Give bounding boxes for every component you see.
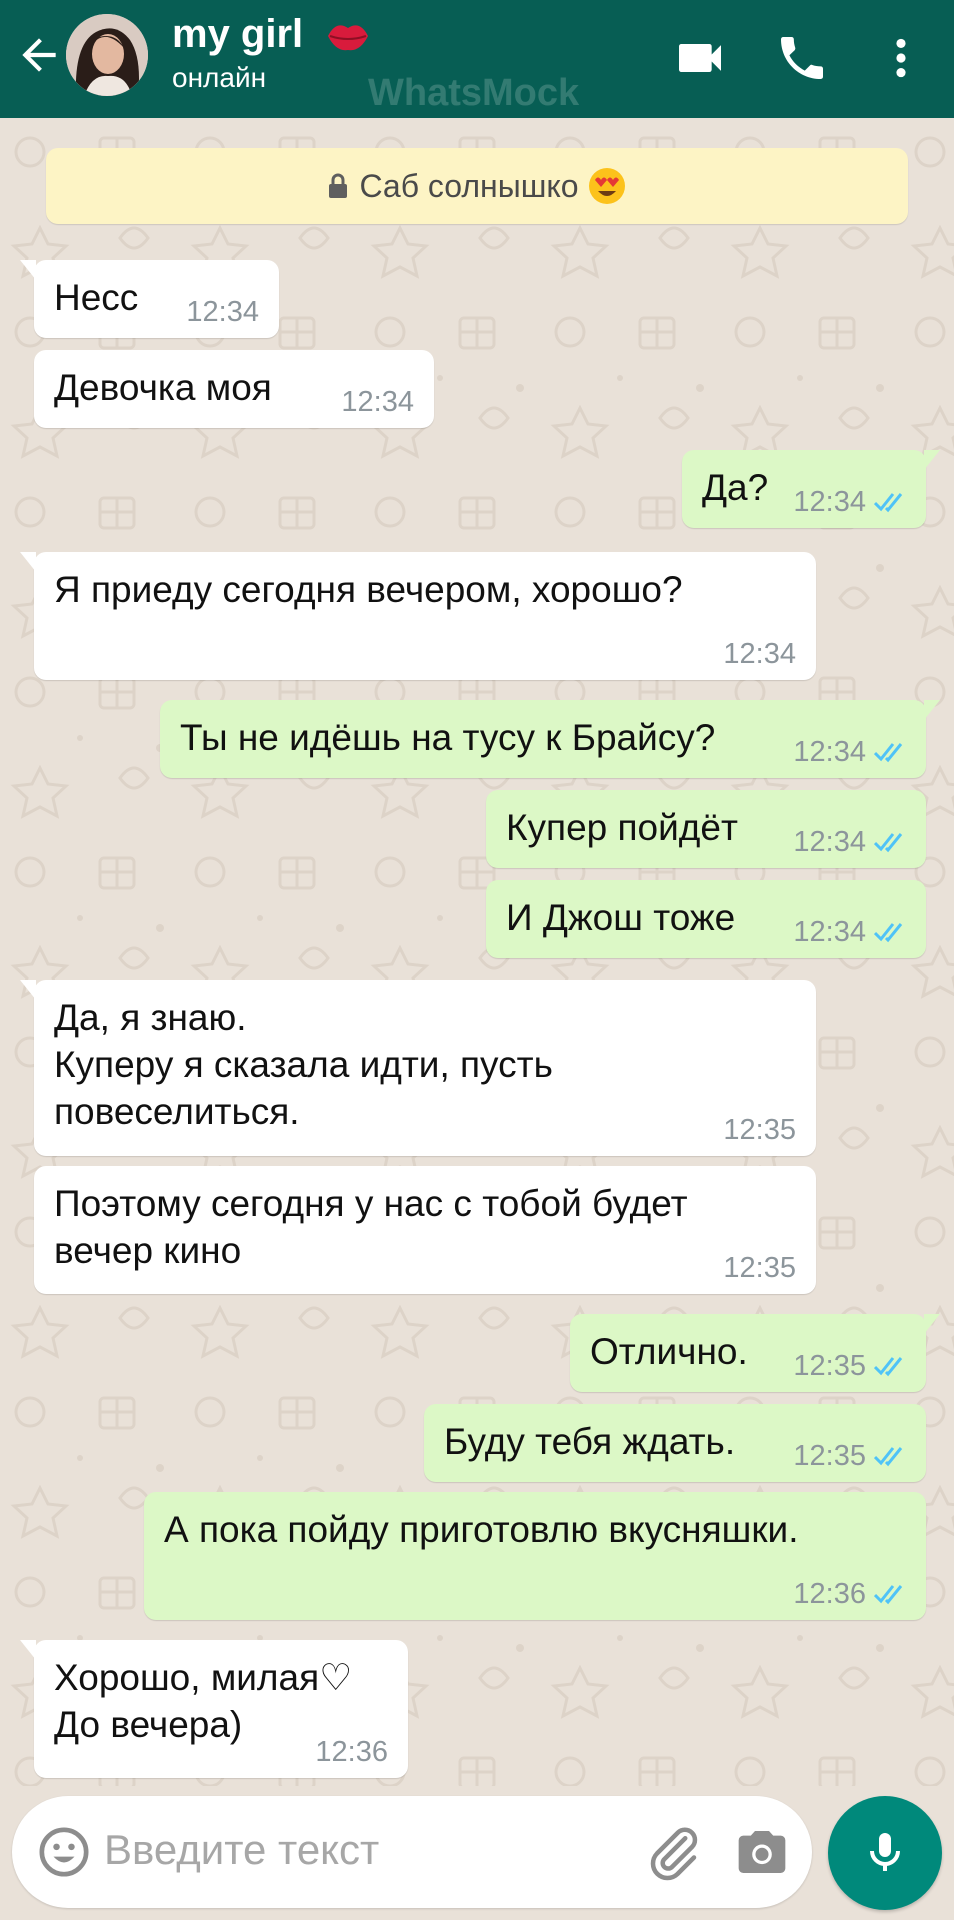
message-time-status: 12:34 (793, 486, 908, 518)
message-time: 12:34 (341, 386, 414, 418)
message-outgoing[interactable]: И Джош тоже 12:34 (486, 880, 926, 958)
message-incoming[interactable]: Хорошо, милая♡ До вечера) 12:36 (20, 1640, 408, 1778)
read-ticks-icon (874, 923, 903, 943)
message-incoming[interactable]: Поэтому сегодня у нас с тобой будет вече… (34, 1166, 816, 1294)
message-text: Да, я знаю. Куперу я сказала идти, пусть… (54, 997, 553, 1132)
message-time: 12:34 (723, 638, 796, 670)
read-ticks-icon (874, 1357, 903, 1377)
back-arrow-icon[interactable] (14, 30, 64, 80)
chat-area[interactable]: Саб солнышко Несс 12:34 Девочка моя 12:3… (0, 118, 954, 1786)
message-outgoing[interactable]: Буду тебя ждать. 12:35 (424, 1404, 926, 1482)
message-outgoing[interactable]: Ты не идёшь на тусу к Брайсу? 12:34 (160, 700, 940, 778)
read-ticks-icon (874, 1585, 903, 1605)
message-outgoing[interactable]: Да? 12:34 (682, 450, 940, 528)
message-time-status: 12:34 (793, 826, 908, 858)
heart-eyes-emoji-icon (588, 168, 625, 204)
message-incoming[interactable]: Несс 12:34 (20, 260, 279, 338)
avatar[interactable] (66, 14, 148, 96)
message-time: 12:35 (723, 1252, 796, 1284)
read-ticks-icon (874, 1447, 903, 1467)
more-vert-icon[interactable] (876, 30, 926, 86)
message-composer[interactable]: Введите текст (12, 1796, 812, 1908)
read-ticks-icon (874, 833, 903, 853)
lips-emoji-icon (328, 25, 368, 51)
chat-header: my girl онлайн WhatsMock (0, 0, 954, 118)
message-outgoing[interactable]: Купер пойдёт 12:34 (486, 790, 926, 868)
watermark: WhatsMock (368, 72, 580, 114)
message-time: 12:36 (315, 1736, 388, 1768)
message-text: Я приеду сегодня вечером, хорошо? (54, 569, 683, 610)
microphone-button[interactable] (828, 1796, 942, 1910)
message-text: А пока пойду приготовлю вкусняшки. (164, 1509, 799, 1550)
camera-icon[interactable] (734, 1824, 790, 1880)
read-ticks-icon (874, 493, 903, 513)
message-time: 12:34 (186, 296, 259, 328)
emoji-icon[interactable] (36, 1824, 92, 1880)
message-outgoing[interactable]: Отлично. 12:35 (570, 1314, 940, 1392)
video-call-icon[interactable] (672, 30, 728, 86)
message-incoming[interactable]: Девочка моя 12:34 (34, 350, 434, 428)
message-time-status: 12:35 (793, 1350, 908, 1382)
message-incoming[interactable]: Да, я знаю. Куперу я сказала идти, пусть… (20, 980, 816, 1156)
paperclip-icon[interactable] (644, 1822, 704, 1882)
lock-icon (329, 173, 348, 198)
contact-status: онлайн (172, 62, 267, 93)
system-banner: Саб солнышко (46, 148, 908, 224)
message-time-status: 12:34 (793, 736, 908, 768)
read-ticks-icon (874, 743, 903, 763)
message-text: Поэтому сегодня у нас с тобой будет вече… (54, 1183, 688, 1271)
message-time-status: 12:35 (793, 1440, 908, 1472)
message-time-status: 12:36 (793, 1578, 908, 1610)
contact-name[interactable]: my girl (172, 12, 303, 57)
microphone-icon (870, 1833, 900, 1871)
phone-icon[interactable] (774, 30, 830, 86)
system-banner-text: Саб солнышко (359, 167, 579, 204)
message-text: Хорошо, милая♡ До вечера) (54, 1657, 353, 1745)
message-input[interactable]: Введите текст (104, 1826, 379, 1874)
message-incoming[interactable]: Я приеду сегодня вечером, хорошо? 12:34 (20, 552, 816, 680)
message-time-status: 12:34 (793, 916, 908, 948)
message-time: 12:35 (723, 1114, 796, 1146)
message-outgoing[interactable]: А пока пойду приготовлю вкусняшки. 12:36 (144, 1492, 926, 1620)
